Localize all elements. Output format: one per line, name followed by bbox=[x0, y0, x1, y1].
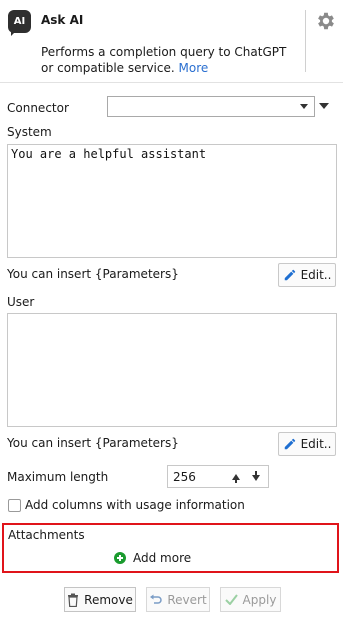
max-length-input[interactable]: 256 bbox=[167, 465, 269, 488]
undo-icon bbox=[150, 594, 163, 604]
node-title: Ask AI bbox=[41, 13, 84, 27]
description-text: Performs a completion query to ChatGPT o… bbox=[41, 45, 287, 75]
check-icon bbox=[224, 594, 238, 605]
add-more-link[interactable]: Add more bbox=[133, 551, 191, 565]
decrement-arrow-icon[interactable] bbox=[252, 471, 260, 481]
connector-label: Connector bbox=[7, 101, 69, 115]
user-edit-label: Edit.. bbox=[300, 437, 332, 451]
ask-ai-app-icon: AI bbox=[8, 10, 31, 36]
pencil-icon bbox=[284, 438, 295, 450]
max-length-value: 256 bbox=[173, 470, 196, 484]
user-label: User bbox=[7, 295, 35, 309]
connector-select[interactable] bbox=[107, 96, 315, 117]
more-link[interactable]: More bbox=[179, 61, 209, 75]
gear-icon[interactable] bbox=[315, 10, 337, 32]
chevron-down-icon bbox=[300, 104, 308, 109]
apply-label: Apply bbox=[242, 592, 277, 607]
header-divider bbox=[305, 10, 306, 72]
node-description: Performs a completion query to ChatGPT o… bbox=[41, 44, 293, 76]
revert-button[interactable]: Revert bbox=[146, 587, 210, 612]
apply-button[interactable]: Apply bbox=[220, 587, 281, 612]
system-edit-button[interactable]: Edit.. bbox=[278, 263, 336, 287]
add-circle-icon[interactable] bbox=[114, 552, 126, 564]
system-edit-label: Edit.. bbox=[300, 268, 332, 282]
increment-arrow-icon[interactable] bbox=[232, 474, 240, 483]
remove-label: Remove bbox=[84, 592, 133, 607]
usage-columns-checkbox[interactable] bbox=[8, 499, 21, 512]
connector-menu-icon[interactable] bbox=[319, 103, 329, 109]
header-separator bbox=[0, 82, 343, 83]
remove-button[interactable]: Remove bbox=[64, 587, 136, 612]
system-label: System bbox=[7, 125, 52, 139]
system-prompt-textarea[interactable]: You are a helpful assistant bbox=[7, 144, 337, 258]
user-hint: You can insert {Parameters} bbox=[7, 436, 179, 450]
trash-icon bbox=[68, 593, 79, 607]
user-edit-button[interactable]: Edit.. bbox=[278, 432, 336, 456]
system-hint: You can insert {Parameters} bbox=[7, 267, 179, 281]
max-length-label: Maximum length bbox=[7, 470, 109, 484]
user-prompt-textarea[interactable] bbox=[7, 313, 337, 427]
attachments-label: Attachments bbox=[8, 528, 85, 542]
usage-columns-label[interactable]: Add columns with usage information bbox=[25, 498, 245, 512]
pencil-icon bbox=[284, 269, 295, 281]
revert-label: Revert bbox=[167, 592, 207, 607]
